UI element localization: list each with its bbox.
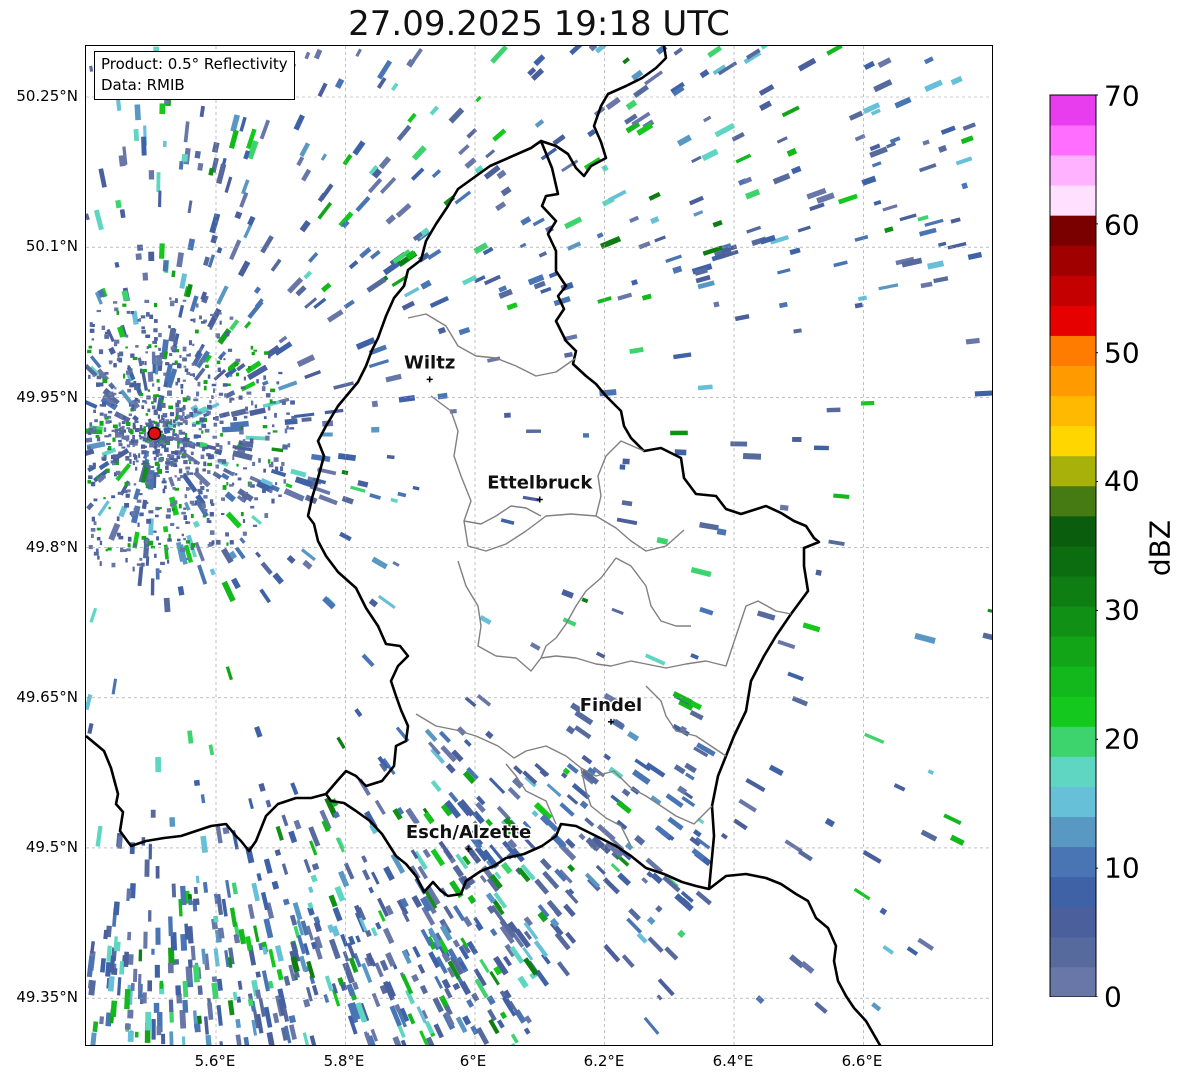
reflectivity-echoes: [86, 46, 992, 1045]
lon-label-6-6: 6.6°E: [841, 1052, 883, 1070]
lon-label-6-2: 6.2°E: [583, 1052, 625, 1070]
product-info-box: Product: 0.5° Reflectivity Data: RMIB: [94, 51, 295, 100]
colorbar-segment: [1050, 726, 1096, 757]
colorbar-segment: [1050, 756, 1096, 787]
radar-site-marker: [147, 426, 162, 441]
colorbar: [1049, 94, 1098, 997]
colorbar-segment: [1050, 576, 1096, 607]
city-label: Findel: [580, 695, 643, 716]
colorbar-tick-0: 0: [1104, 980, 1122, 1014]
colorbar-segment: [1050, 876, 1096, 908]
colorbar-segment: [1050, 185, 1096, 216]
lon-label-6-4: 6.4°E: [712, 1052, 754, 1070]
colorbar-tick-30: 30: [1104, 593, 1140, 627]
radar-map-canvas: Wiltz Ettelbruck Findel Esch/Alzette: [86, 46, 992, 1045]
city-marker: Ettelbruck: [486, 471, 595, 503]
city-marker: Wiltz: [403, 351, 457, 383]
borders: [86, 46, 882, 1045]
lon-label-5-8: 5.8°E: [323, 1052, 365, 1070]
colorbar-segment: [1050, 335, 1096, 366]
colorbar-segment: [1050, 155, 1096, 186]
colorbar-tick-10: 10: [1104, 851, 1140, 885]
lat-label-49-5: 49.5°N: [25, 838, 78, 856]
colorbar-segment: [1050, 305, 1096, 336]
colorbar-segment: [1050, 696, 1096, 727]
colorbar-label: dBZ: [1143, 519, 1177, 577]
city-label: Esch/Alzette: [406, 822, 531, 843]
colorbar-tick-40: 40: [1104, 464, 1140, 498]
lat-label-50-1: 50.1°N: [25, 237, 78, 255]
product-text: Product: 0.5° Reflectivity: [101, 55, 288, 73]
colorbar-segment: [1050, 906, 1096, 938]
colorbar-tick-60: 60: [1104, 208, 1140, 242]
colorbar-tick-70: 70: [1104, 79, 1140, 113]
lat-label-49-8: 49.8°N: [25, 538, 78, 556]
lon-label-5-6: 5.6°E: [194, 1052, 236, 1070]
lat-label-49-35: 49.35°N: [16, 988, 78, 1006]
colorbar-segment: [1050, 95, 1096, 126]
colorbar-segment: [1050, 215, 1096, 246]
colorbar-segment: [1050, 455, 1096, 487]
colorbar-segment: [1050, 606, 1096, 637]
colorbar-segment: [1050, 936, 1096, 968]
lon-label-6: 6°E: [459, 1052, 487, 1070]
data-source-text: Data: RMIB: [101, 76, 185, 94]
colorbar-segment: [1050, 666, 1096, 697]
colorbar-segment: [1050, 816, 1096, 848]
lat-label-49-95: 49.95°N: [16, 388, 78, 406]
lat-label-50-25: 50.25°N: [16, 87, 78, 105]
colorbar-segment: [1050, 425, 1096, 457]
colorbar-segment: [1050, 275, 1096, 306]
colorbar-segment: [1050, 546, 1096, 577]
colorbar-segment: [1050, 515, 1096, 547]
colorbar-segment: [1050, 365, 1096, 397]
colorbar-tick-20: 20: [1104, 722, 1140, 756]
colorbar-tick-50: 50: [1104, 336, 1140, 370]
colorbar-segment: [1050, 636, 1096, 667]
city-label: Wiltz: [404, 352, 455, 373]
colorbar-segment: [1050, 485, 1096, 517]
radar-site: [147, 426, 162, 441]
colorbar-segment: [1050, 846, 1096, 878]
colorbar-segment: [1050, 786, 1096, 817]
colorbar-segment: [1050, 395, 1096, 427]
city-label: Ettelbruck: [487, 473, 593, 494]
colorbar-segment: [1050, 125, 1096, 156]
colorbar-segment: [1050, 245, 1096, 276]
lat-label-49-65: 49.65°N: [16, 688, 78, 706]
radar-map[interactable]: Wiltz Ettelbruck Findel Esch/Alzette: [85, 45, 993, 1046]
colorbar-segment: [1050, 966, 1096, 997]
city-markers: Wiltz Ettelbruck Findel Esch/Alzette: [403, 351, 644, 852]
map-title: 27.09.2025 19:18 UTC: [348, 4, 730, 44]
